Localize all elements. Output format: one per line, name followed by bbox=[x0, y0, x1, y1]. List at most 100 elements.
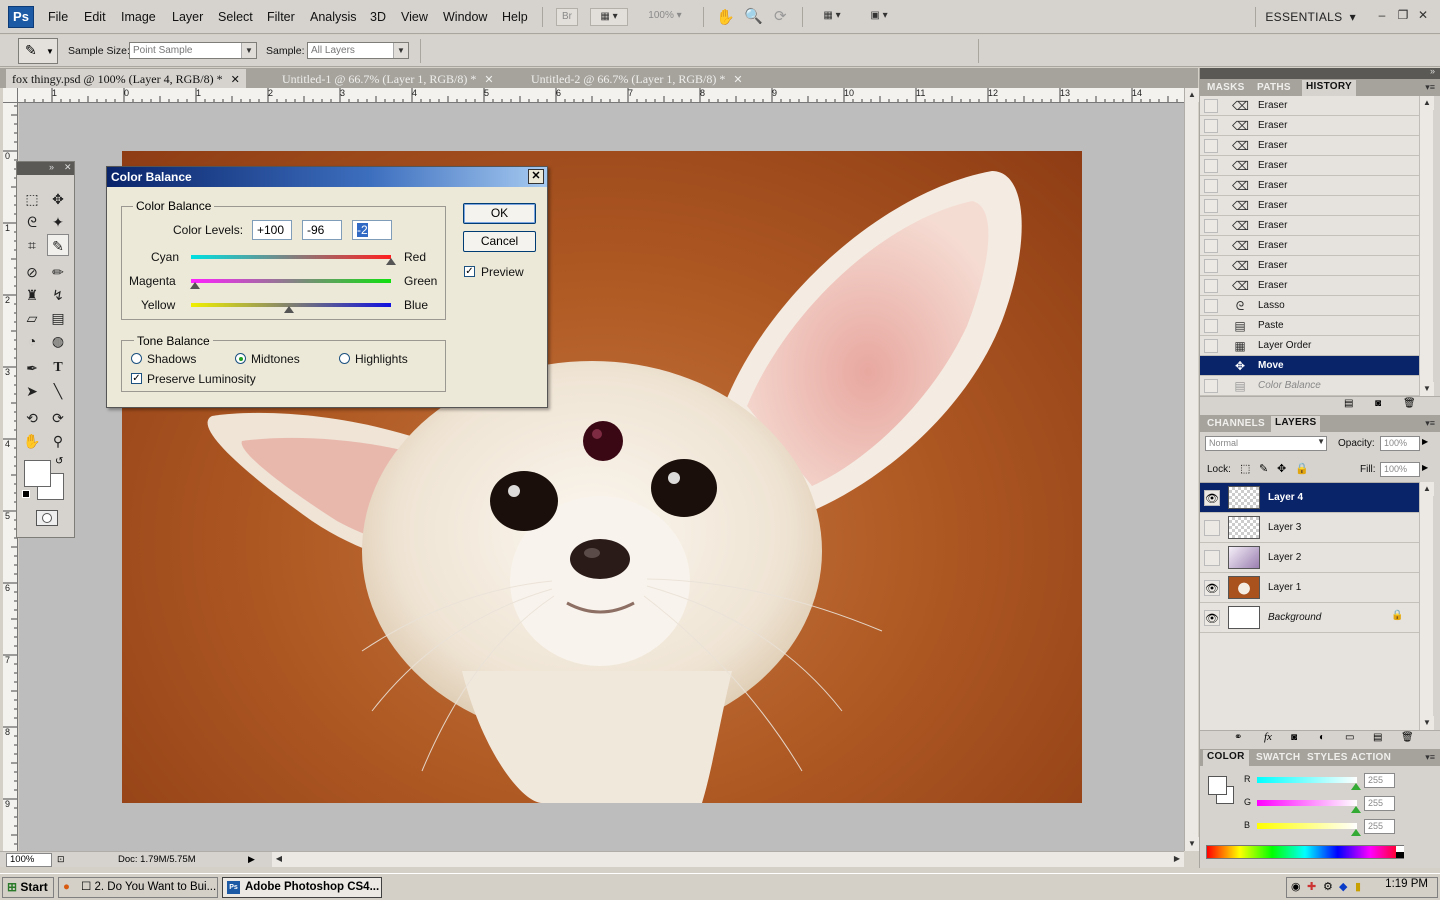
menu-select[interactable]: Select bbox=[218, 10, 253, 24]
restore-button[interactable]: ❐ bbox=[1394, 8, 1412, 22]
black-white-ramp[interactable] bbox=[1396, 846, 1404, 858]
lock-position-icon[interactable]: ✥ bbox=[1277, 462, 1286, 475]
close-icon[interactable]: ✕ bbox=[484, 74, 493, 86]
horizontal-ruler[interactable]: 1 0 1 2 3 4 5 6 7 8 9 10 11 12 13 14 bbox=[18, 88, 1184, 103]
horizontal-scrollbar[interactable]: ◀ ▶ bbox=[272, 851, 1184, 867]
blue-value-field[interactable]: 255 bbox=[1364, 819, 1395, 834]
history-snapshot-box[interactable] bbox=[1204, 119, 1218, 133]
crop-tool-icon[interactable]: ⌗ bbox=[21, 234, 43, 256]
history-item[interactable]: ⌫ Eraser bbox=[1200, 216, 1419, 236]
tab-swatches[interactable]: SWATCH bbox=[1252, 751, 1304, 764]
tab-layers[interactable]: LAYERS bbox=[1271, 416, 1321, 432]
add-mask-icon[interactable]: ◙ bbox=[1291, 732, 1297, 743]
swap-colors-icon[interactable]: ↺ bbox=[55, 456, 63, 467]
workspace-switcher[interactable]: ESSENTIALS ▾ bbox=[1265, 10, 1356, 24]
tab-styles[interactable]: STYLES bbox=[1303, 751, 1352, 764]
layer-row-layer-2[interactable]: Layer 2 bbox=[1200, 543, 1419, 573]
history-snapshot-box[interactable] bbox=[1204, 339, 1218, 353]
status-menu-arrow-icon[interactable]: ▶ bbox=[248, 854, 255, 865]
history-item-selected[interactable]: ✥ Move bbox=[1200, 356, 1419, 376]
menu-image[interactable]: Image bbox=[121, 10, 156, 24]
menu-filter[interactable]: Filter bbox=[267, 10, 295, 24]
history-snapshot-box[interactable] bbox=[1204, 299, 1218, 313]
dodge-tool-icon[interactable]: ◍ bbox=[47, 330, 69, 352]
menu-3d[interactable]: 3D bbox=[370, 10, 386, 24]
cyan-red-slider[interactable] bbox=[191, 255, 391, 259]
task-photoshop-window[interactable]: Ps Adobe Photoshop CS4... bbox=[222, 877, 382, 898]
vertical-scrollbar[interactable]: ▲ ▼ bbox=[1184, 88, 1199, 851]
scroll-down-icon[interactable]: ▼ bbox=[1420, 382, 1434, 396]
panel-menu-icon[interactable]: ▾≡ bbox=[1425, 82, 1435, 93]
cancel-button[interactable]: Cancel bbox=[463, 231, 536, 252]
menu-help[interactable]: Help bbox=[502, 10, 528, 24]
color-spectrum-bar[interactable] bbox=[1206, 845, 1404, 859]
magenta-green-slider-thumb[interactable] bbox=[190, 282, 200, 289]
blue-channel-slider[interactable] bbox=[1257, 823, 1357, 829]
menu-file[interactable]: File bbox=[48, 10, 68, 24]
history-snapshot-box[interactable] bbox=[1204, 219, 1218, 233]
red-value-field[interactable]: 255 bbox=[1364, 773, 1395, 788]
dialog-titlebar[interactable]: Color Balance ✕ bbox=[107, 167, 547, 187]
history-item[interactable]: ⌫ Eraser bbox=[1200, 176, 1419, 196]
scroll-down-icon[interactable]: ▼ bbox=[1185, 837, 1199, 851]
history-snapshot-box[interactable] bbox=[1204, 279, 1218, 293]
magic-wand-tool-icon[interactable]: ✦ bbox=[47, 211, 69, 233]
layer-row-background[interactable]: 👁 Background 🔒 bbox=[1200, 603, 1419, 633]
collapse-icon[interactable]: » bbox=[1430, 66, 1435, 76]
task-browser-window[interactable]: ● ☐ 2. Do You Want to Bui... bbox=[58, 877, 218, 898]
history-item[interactable]: ⌫ Eraser bbox=[1200, 136, 1419, 156]
cyan-red-level-input[interactable]: +100 bbox=[252, 220, 292, 240]
history-snapshot-box[interactable] bbox=[1204, 379, 1218, 393]
close-icon[interactable]: ✕ bbox=[64, 162, 72, 173]
trash-icon[interactable]: 🗑 bbox=[1401, 732, 1414, 743]
history-snapshot-box[interactable] bbox=[1204, 259, 1218, 273]
history-item[interactable]: ᘓ Lasso bbox=[1200, 296, 1419, 316]
tab-masks[interactable]: MASKS bbox=[1203, 81, 1249, 94]
tray-app-icon[interactable]: ◉ bbox=[1291, 880, 1301, 893]
start-button[interactable]: ⊞ Start bbox=[2, 877, 54, 898]
layer-row-layer-3[interactable]: Layer 3 bbox=[1200, 513, 1419, 543]
minimize-button[interactable]: – bbox=[1373, 8, 1391, 22]
panel-menu-icon[interactable]: ▾≡ bbox=[1425, 418, 1435, 429]
tab-color[interactable]: COLOR bbox=[1203, 750, 1249, 766]
history-item[interactable]: ▦ Layer Order bbox=[1200, 336, 1419, 356]
blend-mode-select[interactable]: Normal ▼ bbox=[1205, 436, 1327, 451]
menu-layer[interactable]: Layer bbox=[172, 10, 203, 24]
adjustment-layer-icon[interactable]: ◐ bbox=[1319, 732, 1325, 743]
tray-volume-icon[interactable]: ▮ bbox=[1355, 880, 1361, 893]
scroll-left-icon[interactable]: ◀ bbox=[272, 852, 286, 866]
layers-scrollbar[interactable]: ▲ ▼ bbox=[1419, 482, 1434, 730]
clone-stamp-tool-icon[interactable]: ♜ bbox=[21, 284, 43, 306]
yellow-blue-level-input[interactable]: -2 bbox=[352, 220, 392, 240]
panel-menu-icon[interactable]: ▾≡ bbox=[1425, 752, 1435, 763]
highlights-radio[interactable] bbox=[339, 353, 350, 364]
tray-settings-icon[interactable]: ⚙ bbox=[1323, 880, 1333, 893]
midtones-radio[interactable] bbox=[235, 353, 246, 364]
eraser-tool-icon[interactable]: ▱ bbox=[21, 307, 43, 329]
history-item[interactable]: ⌫ Eraser bbox=[1200, 256, 1419, 276]
trash-icon[interactable]: 🗑 bbox=[1403, 398, 1416, 409]
scroll-right-icon[interactable]: ▶ bbox=[1170, 852, 1184, 866]
status-zoom-field[interactable]: 100% bbox=[6, 853, 52, 867]
close-button[interactable]: ✕ bbox=[1414, 8, 1432, 22]
tab-fox-thingy[interactable]: fox thingy.psd @ 100% (Layer 4, RGB/8) *… bbox=[6, 69, 246, 88]
magenta-green-slider[interactable] bbox=[191, 279, 391, 283]
tab-history[interactable]: HISTORY bbox=[1302, 80, 1356, 96]
visibility-toggle[interactable] bbox=[1204, 550, 1220, 566]
layer-style-icon[interactable]: fx bbox=[1264, 731, 1272, 743]
bridge-button[interactable]: Br bbox=[556, 8, 578, 26]
menu-analysis[interactable]: Analysis bbox=[310, 10, 357, 24]
tab-actions[interactable]: ACTION bbox=[1347, 751, 1395, 764]
eye-icon[interactable]: 👁 bbox=[1204, 580, 1220, 596]
history-item[interactable]: ⌫ Eraser bbox=[1200, 96, 1419, 116]
menu-window[interactable]: Window bbox=[443, 10, 487, 24]
scroll-up-icon[interactable]: ▲ bbox=[1420, 96, 1434, 110]
cyan-red-slider-thumb[interactable] bbox=[386, 258, 396, 265]
red-channel-slider[interactable] bbox=[1257, 777, 1357, 783]
yellow-blue-slider-thumb[interactable] bbox=[284, 306, 294, 313]
foreground-color-swatch[interactable] bbox=[24, 460, 51, 487]
history-snapshot-box[interactable] bbox=[1204, 199, 1218, 213]
type-tool-icon[interactable]: T bbox=[47, 357, 69, 379]
preview-checkbox[interactable]: ✓ bbox=[464, 266, 475, 277]
tray-security-icon[interactable]: ✚ bbox=[1307, 880, 1316, 893]
